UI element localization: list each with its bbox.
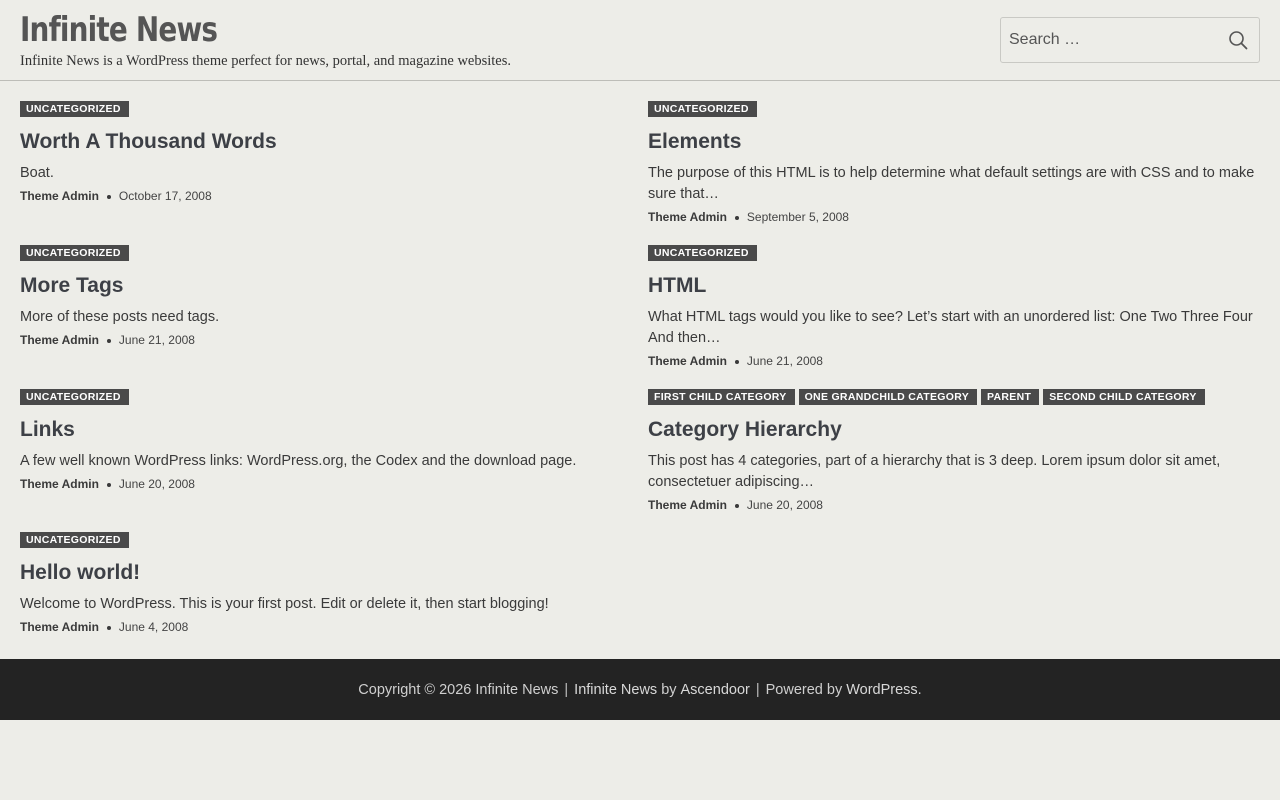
- search-form: [1000, 17, 1260, 63]
- site-header: Infinite News Infinite News is a WordPre…: [0, 0, 1280, 81]
- post-excerpt: The purpose of this HTML is to help dete…: [648, 165, 1255, 202]
- post-author[interactable]: Theme Admin: [648, 353, 727, 369]
- post-date[interactable]: October 17, 2008: [119, 188, 212, 204]
- post-meta: Theme Admin June 21, 2008: [648, 353, 1260, 369]
- post-card: UNCATEGORIZED Hello world! Welcome to Wo…: [20, 532, 632, 635]
- meta-separator-dot: [106, 195, 111, 199]
- post-date[interactable]: June 20, 2008: [747, 497, 823, 513]
- post-author[interactable]: Theme Admin: [648, 209, 727, 225]
- post-meta: Theme Admin June 20, 2008: [648, 497, 1260, 513]
- footer-theme-link[interactable]: Infinite News: [574, 682, 657, 698]
- post-excerpt: What HTML tags would you like to see? Le…: [648, 309, 1253, 346]
- category-badge[interactable]: UNCATEGORIZED: [20, 389, 129, 405]
- post-date[interactable]: June 4, 2008: [119, 619, 188, 635]
- category-badge[interactable]: UNCATEGORIZED: [20, 245, 129, 261]
- post-date[interactable]: September 5, 2008: [747, 209, 849, 225]
- post-card: UNCATEGORIZED More Tags More of these po…: [20, 245, 632, 348]
- meta-separator-dot: [106, 483, 111, 487]
- post-meta: Theme Admin September 5, 2008: [648, 209, 1260, 225]
- footer-by-text: by: [661, 681, 677, 698]
- post-author[interactable]: Theme Admin: [20, 188, 99, 204]
- post-date[interactable]: June 21, 2008: [747, 353, 823, 369]
- category-badge[interactable]: UNCATEGORIZED: [648, 245, 757, 261]
- meta-separator-dot: [106, 626, 111, 630]
- footer-separator: |: [755, 681, 760, 698]
- post-card: UNCATEGORIZED Worth A Thousand Words Boa…: [20, 101, 632, 204]
- post-author[interactable]: Theme Admin: [20, 619, 99, 635]
- post-meta: Theme Admin June 21, 2008: [20, 332, 632, 348]
- post-author[interactable]: Theme Admin: [20, 332, 99, 348]
- footer-wordpress-link[interactable]: WordPress: [846, 682, 917, 698]
- post-title[interactable]: Worth A Thousand Words: [20, 129, 632, 155]
- post-author[interactable]: Theme Admin: [20, 476, 99, 492]
- post-categories: UNCATEGORIZED: [648, 101, 1260, 117]
- post-title[interactable]: Links: [20, 417, 632, 443]
- meta-separator-dot: [734, 360, 739, 364]
- search-input[interactable]: [1001, 18, 1216, 62]
- category-badge[interactable]: UNCATEGORIZED: [20, 532, 129, 548]
- post-title[interactable]: Hello world!: [20, 560, 632, 586]
- site-footer: Copyright © 2026 Infinite News | Infinit…: [0, 659, 1280, 720]
- post-title[interactable]: HTML: [648, 273, 1260, 299]
- post-date[interactable]: June 21, 2008: [119, 332, 195, 348]
- post-categories: FIRST CHILD CATEGORY ONE GRANDCHILD CATE…: [648, 389, 1260, 405]
- post-author[interactable]: Theme Admin: [648, 497, 727, 513]
- search-button[interactable]: [1216, 18, 1259, 62]
- post-card: UNCATEGORIZED Elements The purpose of th…: [648, 101, 1260, 225]
- post-card: UNCATEGORIZED Links A few well known Wor…: [20, 389, 632, 492]
- category-badge[interactable]: PARENT: [981, 389, 1040, 405]
- post-meta: Theme Admin June 4, 2008: [20, 619, 632, 635]
- posts-grid: UNCATEGORIZED Worth A Thousand Words Boa…: [0, 81, 1280, 659]
- post-title[interactable]: More Tags: [20, 273, 632, 299]
- post-categories: UNCATEGORIZED: [20, 245, 632, 261]
- site-title[interactable]: Infinite News: [20, 9, 218, 51]
- post-excerpt: This post has 4 categories, part of a hi…: [648, 453, 1221, 490]
- category-badge[interactable]: SECOND CHILD CATEGORY: [1043, 389, 1205, 405]
- meta-separator-dot: [734, 504, 739, 508]
- category-badge[interactable]: UNCATEGORIZED: [648, 101, 757, 117]
- post-date[interactable]: June 20, 2008: [119, 476, 195, 492]
- search-icon: [1228, 31, 1247, 50]
- category-badge[interactable]: FIRST CHILD CATEGORY: [648, 389, 795, 405]
- post-meta: Theme Admin June 20, 2008: [20, 476, 632, 492]
- footer-separator: |: [564, 681, 569, 698]
- post-excerpt: More of these posts need tags.: [20, 309, 220, 325]
- post-excerpt: Boat.: [20, 165, 54, 181]
- post-title[interactable]: Elements: [648, 129, 1260, 155]
- post-title[interactable]: Category Hierarchy: [648, 417, 1260, 443]
- post-card: UNCATEGORIZED HTML What HTML tags would …: [648, 245, 1260, 369]
- post-categories: UNCATEGORIZED: [20, 389, 632, 405]
- category-badge[interactable]: UNCATEGORIZED: [20, 101, 129, 117]
- category-badge[interactable]: ONE GRANDCHILD CATEGORY: [798, 389, 977, 405]
- post-categories: UNCATEGORIZED: [20, 532, 632, 548]
- post-categories: UNCATEGORIZED: [648, 245, 1260, 261]
- footer-theme-author-link[interactable]: Ascendoor: [681, 682, 750, 698]
- footer-copyright: Copyright © 2026 Infinite News: [358, 681, 559, 698]
- footer-period: .: [917, 681, 922, 698]
- post-meta: Theme Admin October 17, 2008: [20, 188, 632, 204]
- post-card: FIRST CHILD CATEGORY ONE GRANDCHILD CATE…: [648, 389, 1260, 513]
- site-tagline: Infinite News is a WordPress theme perfe…: [20, 53, 512, 69]
- meta-separator-dot: [106, 339, 111, 343]
- post-categories: UNCATEGORIZED: [20, 101, 632, 117]
- post-excerpt: Welcome to WordPress. This is your first…: [20, 596, 549, 612]
- meta-separator-dot: [734, 216, 739, 220]
- footer-powered-text: Powered by: [765, 681, 843, 698]
- post-excerpt: A few well known WordPress links: WordPr…: [20, 453, 577, 469]
